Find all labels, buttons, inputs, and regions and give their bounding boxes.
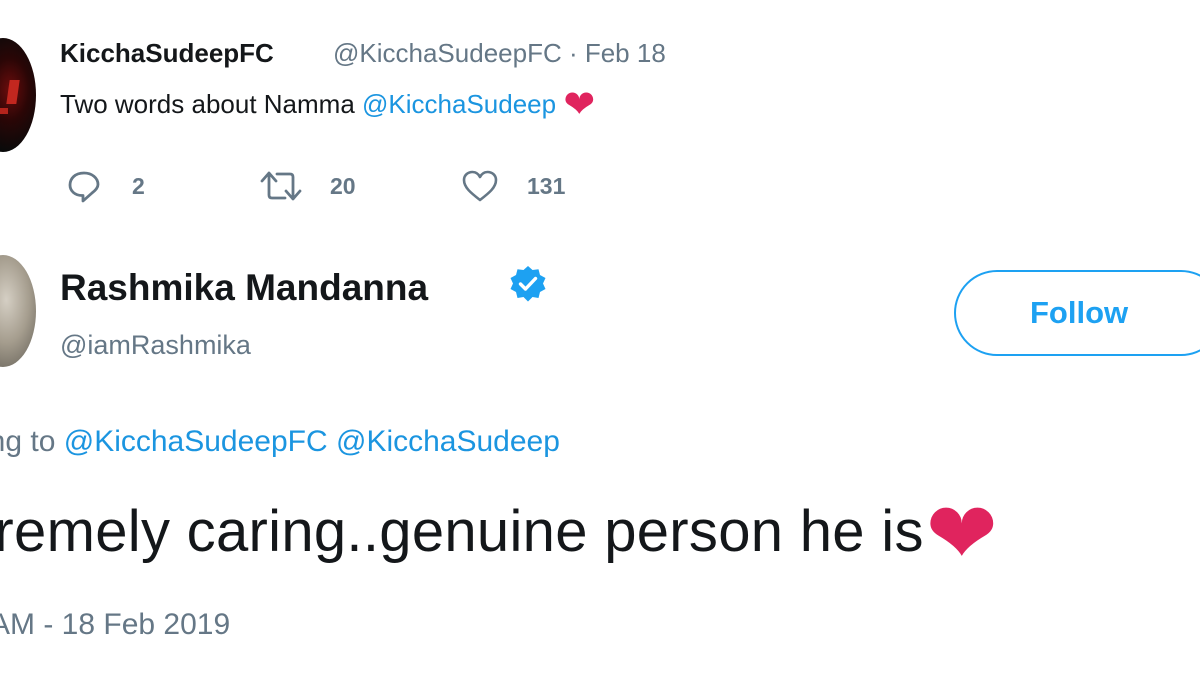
tweet1-display-name[interactable]: KicchaSudeepFC: [60, 38, 274, 69]
reply-icon: [66, 168, 102, 204]
tweet1-mention-link[interactable]: @KicchaSudeep: [362, 89, 556, 119]
like-count: 131: [527, 172, 566, 199]
avatar-graphic: [6, 80, 20, 104]
retweet-button[interactable]: 20: [258, 166, 356, 206]
tweet2-text: tremely caring..genuine person he is❤: [0, 486, 999, 582]
reply-button[interactable]: 2: [66, 166, 145, 206]
like-button[interactable]: 131: [461, 166, 565, 206]
tweet1-text-prefix: Two words about Namma: [60, 89, 363, 119]
follow-button[interactable]: Follow: [954, 270, 1200, 356]
tweet2-handle[interactable]: @iamRashmika: [60, 330, 251, 361]
tweet2-text-body: tremely caring..genuine person he is: [0, 499, 924, 564]
replying-prefix: ing to: [0, 425, 56, 458]
tweet2-display-name[interactable]: Rashmika Mandanna: [60, 267, 428, 309]
verified-badge-icon: [508, 264, 548, 304]
reply-count: 2: [132, 172, 145, 199]
avatar-graphic-detail: [0, 108, 8, 114]
avatar-kicchasudeepfc[interactable]: [0, 38, 36, 152]
retweet-count: 20: [330, 172, 356, 199]
replying-mentions-link[interactable]: @KicchaSudeepFC @KicchaSudeep: [64, 425, 560, 458]
heart-emoji: ❤: [563, 84, 596, 126]
heart-icon: [461, 169, 499, 203]
heart-emoji: ❤: [925, 486, 999, 582]
tweet1-handle-date[interactable]: @KicchaSudeepFC · Feb 18: [333, 38, 666, 69]
avatar-iamrashmika[interactable]: [0, 255, 36, 367]
tweet2-timestamp[interactable]: AM - 18 Feb 2019: [0, 608, 230, 642]
tweet1-text: Two words about Namma @KicchaSudeep ❤: [60, 84, 596, 126]
retweet-icon: [258, 169, 304, 203]
replying-to-line: ing to @KicchaSudeepFC @KicchaSudeep: [0, 425, 560, 459]
